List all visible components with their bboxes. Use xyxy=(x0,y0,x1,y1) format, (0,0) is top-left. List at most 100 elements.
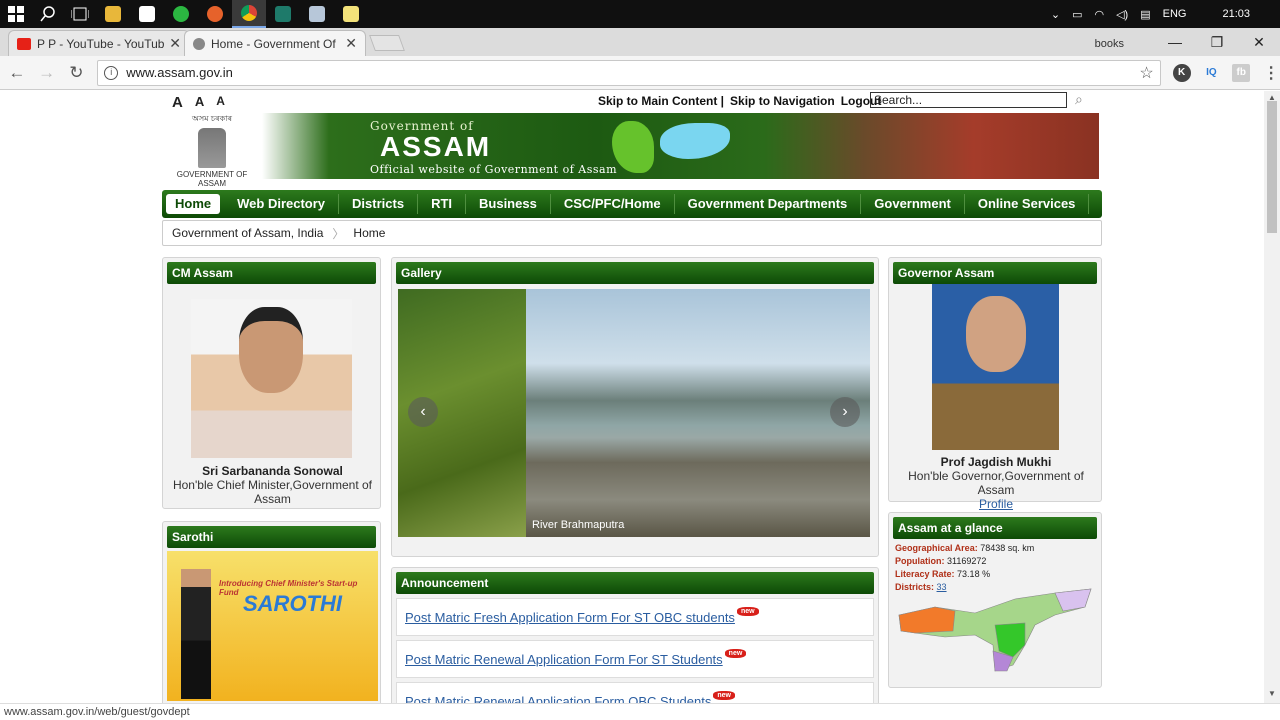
announcement-link[interactable]: Post Matric Renewal Application Form For… xyxy=(405,652,723,667)
extension-iq-icon[interactable]: IQ xyxy=(1203,64,1221,82)
system-tray: ⌄ ▭ ◠ ◁) ▤ ENG 21:03 xyxy=(1051,8,1280,21)
governor-heading: Governor Assam xyxy=(893,262,1097,284)
cm-photo[interactable] xyxy=(191,299,352,458)
status-bar: www.assam.gov.in/web/guest/govdept xyxy=(0,703,1280,720)
notification-icon[interactable]: ▤ xyxy=(1140,8,1150,21)
tab-youtube[interactable]: P P - YouTube - YouTube ✕ xyxy=(8,30,190,56)
nav-csc-pfc-home[interactable]: CSC/PFC/Home xyxy=(551,194,675,214)
nav-business[interactable]: Business xyxy=(466,194,551,214)
clock[interactable]: 21:03 xyxy=(1222,8,1250,20)
nav-government-departments[interactable]: Government Departments xyxy=(675,194,862,214)
scroll-thumb[interactable] xyxy=(1267,101,1277,233)
literacy-label: Literacy Rate: xyxy=(895,569,955,579)
reload-icon[interactable]: ↻ xyxy=(63,63,89,83)
font-small-button[interactable]: A xyxy=(216,94,225,111)
india-map-icon xyxy=(612,121,654,173)
wifi-icon[interactable]: ◠ xyxy=(1094,8,1104,21)
gallery-slide[interactable]: ‹ › River Brahmaputra xyxy=(398,289,870,537)
population-label: Population: xyxy=(895,556,945,566)
back-arrow-icon[interactable]: ← xyxy=(4,63,30,83)
page-favicon-icon xyxy=(193,37,205,50)
language-indicator[interactable]: ENG xyxy=(1163,8,1187,20)
settings-app-icon[interactable] xyxy=(300,0,334,28)
skip-nav-link[interactable]: Skip to Navigation xyxy=(730,94,835,108)
assam-district-map[interactable] xyxy=(895,585,1095,675)
scroll-down-icon[interactable]: ▼ xyxy=(1268,689,1276,698)
cm-panel: CM Assam Sri Sarbananda Sonowal Hon'ble … xyxy=(162,257,381,509)
tab-title: P P - YouTube - YouTube xyxy=(37,36,166,51)
font-large-button[interactable]: A xyxy=(172,94,183,111)
breadcrumb-root[interactable]: Government of Assam, India xyxy=(163,226,332,240)
tab-assam-home[interactable]: Home - Government Of ✕ xyxy=(184,30,366,56)
person-figure xyxy=(181,569,211,699)
address-bar[interactable]: i www.assam.gov.in ☆ xyxy=(97,59,1161,86)
governor-profile-link[interactable]: Profile xyxy=(979,497,1013,511)
close-window-icon[interactable]: ✕ xyxy=(1238,34,1280,51)
web-page: A A A Skip to Main Content | Skip to Nav… xyxy=(0,91,1264,703)
area-value: 78438 sq. km xyxy=(980,543,1035,553)
prev-slide-icon[interactable]: ‹ xyxy=(408,397,438,427)
info-icon[interactable]: i xyxy=(104,65,119,80)
gallery-heading: Gallery xyxy=(396,262,874,284)
notes-app-icon[interactable] xyxy=(334,0,368,28)
cm-heading: CM Assam xyxy=(167,262,376,284)
whatsapp-icon[interactable] xyxy=(164,0,198,28)
store-icon[interactable] xyxy=(130,0,164,28)
minimize-icon[interactable]: — xyxy=(1154,34,1196,50)
extension-fb-icon[interactable]: fb xyxy=(1232,63,1251,82)
nav-government[interactable]: Government xyxy=(861,194,965,214)
gallery-panel: Gallery ‹ › River Brahmaputra xyxy=(391,257,879,557)
menu-kebab-icon[interactable]: ⋮ xyxy=(1262,64,1280,82)
windows-taskbar: ⌄ ▭ ◠ ◁) ▤ ENG 21:03 xyxy=(0,0,1280,28)
nav-web-directory[interactable]: Web Directory xyxy=(224,194,340,214)
font-medium-button[interactable]: A xyxy=(195,94,204,111)
new-badge: new xyxy=(736,606,759,616)
task-view-icon[interactable] xyxy=(70,4,90,24)
announcement-link[interactable]: Post Matric Renewal Application Form OBC… xyxy=(405,694,711,704)
search-icon[interactable]: ⌕ xyxy=(1075,91,1083,108)
close-tab-icon[interactable]: ✕ xyxy=(345,35,357,52)
forward-arrow-icon[interactable]: → xyxy=(34,63,60,83)
page-scrollbar[interactable]: ▲ ▼ xyxy=(1264,91,1280,703)
windows-start-icon[interactable] xyxy=(6,4,26,24)
close-tab-icon[interactable]: ✕ xyxy=(169,35,181,52)
glance-heading: Assam at a glance xyxy=(893,517,1097,539)
slide-caption: River Brahmaputra xyxy=(532,519,625,531)
chevron-up-icon[interactable]: ⌄ xyxy=(1051,8,1060,21)
state-emblem: অসম চৰকাৰ GOVERNMENT OF ASSAM xyxy=(164,113,260,188)
search-icon[interactable] xyxy=(38,4,58,24)
header-banner[interactable]: Government of ASSAM Official website of … xyxy=(262,113,1099,179)
firefox-icon[interactable] xyxy=(198,0,232,28)
volume-icon[interactable]: ◁) xyxy=(1116,8,1128,21)
next-slide-icon[interactable]: › xyxy=(830,397,860,427)
restore-icon[interactable]: ❐ xyxy=(1196,34,1238,51)
governor-panel: Governor Assam Prof Jagdish Mukhi Hon'bl… xyxy=(888,257,1102,511)
announcement-link[interactable]: Post Matric Fresh Application Form For S… xyxy=(405,610,735,625)
nav-home[interactable]: Home xyxy=(166,194,221,214)
profile-label[interactable]: books xyxy=(1095,38,1124,50)
sarothi-heading: Sarothi xyxy=(167,526,376,548)
area-label: Geographical Area: xyxy=(895,543,978,553)
battery-icon[interactable]: ▭ xyxy=(1072,8,1082,21)
extension-k-icon[interactable]: K xyxy=(1172,63,1191,82)
governor-title: Hon'ble Governor,Government of Assam xyxy=(908,469,1084,497)
ashoka-emblem-icon xyxy=(198,128,226,168)
nav-online-services[interactable]: Online Services xyxy=(965,194,1090,214)
bookmark-star-icon[interactable]: ☆ xyxy=(1139,63,1153,83)
governor-photo[interactable] xyxy=(932,284,1059,450)
literacy-value: 73.18 % xyxy=(957,569,991,579)
url-text[interactable]: www.assam.gov.in xyxy=(126,65,1139,80)
file-explorer-icon[interactable] xyxy=(96,0,130,28)
sarothi-banner[interactable]: Introducing Chief Minister's Start-up Fu… xyxy=(167,551,378,701)
skip-main-link[interactable]: Skip to Main Content | xyxy=(598,94,724,108)
tab-title: Home - Government Of xyxy=(211,36,336,51)
search-input[interactable]: Search... xyxy=(870,92,1067,108)
nav-rti[interactable]: RTI xyxy=(418,194,467,214)
list-item: Post Matric Fresh Application Form For S… xyxy=(396,598,874,636)
new-tab-button[interactable] xyxy=(369,35,405,51)
chrome-icon[interactable] xyxy=(232,0,266,28)
media-app-icon[interactable] xyxy=(266,0,300,28)
nav-districts[interactable]: Districts xyxy=(339,194,419,214)
glance-panel: Assam at a glance Geographical Area: 784… xyxy=(888,512,1102,688)
list-item: Post Matric Renewal Application Form For… xyxy=(396,640,874,678)
